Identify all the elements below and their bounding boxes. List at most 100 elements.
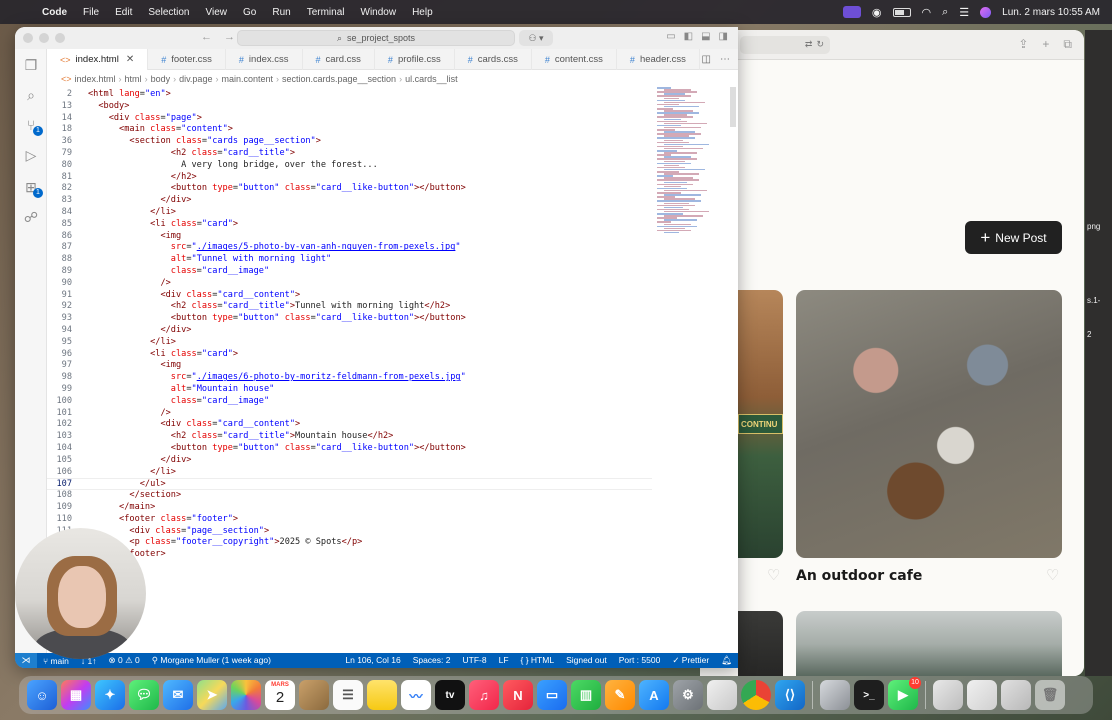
wifi-icon[interactable]: ◠ <box>922 6 932 19</box>
code-line[interactable]: 92 <h2 class="card__title">Tunnel with m… <box>47 301 652 313</box>
menu-go[interactable]: Go <box>235 7 264 18</box>
tab-content-css[interactable]: # content.css <box>532 49 617 70</box>
app-store-icon[interactable]: A <box>639 680 669 710</box>
numbers-icon[interactable]: ▥ <box>571 680 601 710</box>
split-editor-icon[interactable]: ◫ <box>702 54 711 65</box>
code-line[interactable]: 13 <body> <box>47 100 652 113</box>
new-tab-icon[interactable]: + <box>1042 37 1049 52</box>
code-editor[interactable]: 2 <html lang="en"> 13 <body> 14 <div clas… <box>47 87 738 653</box>
search-icon[interactable]: ⌕ <box>942 6 948 19</box>
code-line[interactable]: 89 class="card__image" <box>47 266 652 278</box>
indentation-status[interactable]: Spaces: 2 <box>407 655 457 666</box>
code-line[interactable]: 93 <button type="button" class="card__li… <box>47 313 652 325</box>
code-line[interactable]: 96 <li class="card"> <box>47 349 652 361</box>
iphone-mirroring-icon[interactable] <box>707 680 737 710</box>
breadcrumb-item[interactable]: ul.cards__list <box>405 74 458 84</box>
menu-edit[interactable]: Edit <box>107 7 140 18</box>
mail-icon[interactable]: ✉ <box>163 680 193 710</box>
breadcrumb-item[interactable]: div.page <box>179 74 212 84</box>
extensions-icon[interactable]: ⊞ 1 <box>23 179 43 198</box>
code-line[interactable]: 101 /> <box>47 408 652 420</box>
toggle-sidebar-icon[interactable]: ◧ <box>684 31 693 42</box>
menu-run[interactable]: Run <box>264 7 298 18</box>
code-line[interactable]: 91 <div class="card__content"> <box>47 290 652 302</box>
remote-indicator-icon[interactable]: ⋊ <box>15 653 37 668</box>
launchpad-icon[interactable]: ▦ <box>61 680 91 710</box>
code-line[interactable]: 86 <img <box>47 231 652 243</box>
tab-footer-css[interactable]: # footer.css <box>148 49 226 70</box>
menu-terminal[interactable]: Terminal <box>299 7 353 18</box>
breadcrumb-item[interactable]: section.cards.page__section <box>282 74 396 84</box>
code-line[interactable]: 82 <button type="button" class="card__li… <box>47 183 652 195</box>
card-image-forest[interactable] <box>796 611 1062 676</box>
share-icon[interactable]: ⇪ <box>1018 37 1028 52</box>
command-center-search[interactable]: ⌕ se_project_spots <box>237 30 515 46</box>
notes-icon[interactable] <box>367 680 397 710</box>
breadcrumb-item[interactable]: html <box>125 74 142 84</box>
code-line[interactable]: 112 <p class="footer__copyright">2025 © … <box>47 537 652 549</box>
close-window-button[interactable] <box>23 33 33 43</box>
code-line[interactable]: 80 A very long bridge, over the forest..… <box>47 160 652 172</box>
code-line[interactable]: 14 <div class="page"> <box>47 112 652 125</box>
downloads-stack-icon[interactable] <box>1001 680 1031 710</box>
code-line-current[interactable]: 107 </ul> <box>47 478 652 491</box>
code-line[interactable]: 106 </li> <box>47 467 652 479</box>
code-line[interactable]: 103 <h2 class="card__title">Mountain hou… <box>47 431 652 443</box>
minimize-window-button[interactable] <box>39 33 49 43</box>
preview-icon[interactable] <box>820 680 850 710</box>
screenshot-thumbnail[interactable] <box>933 680 963 710</box>
control-icon[interactable]: ◉ <box>872 6 882 19</box>
menu-window[interactable]: Window <box>353 7 405 18</box>
like-heart-icon[interactable]: ♡ <box>1046 568 1062 583</box>
code-line[interactable]: 95 </li> <box>47 337 652 349</box>
control-center-icon[interactable]: ☰ <box>959 6 969 19</box>
prettier-status[interactable]: ✓ Prettier <box>666 655 715 666</box>
code-line[interactable]: 90 /> <box>47 278 652 290</box>
calendar-icon[interactable]: MARS 2 <box>265 680 295 710</box>
maps-icon[interactable]: ➤ <box>197 680 227 710</box>
menu-help[interactable]: Help <box>404 7 441 18</box>
code-line[interactable]: 85 <li class="card"> <box>47 219 652 231</box>
tab-overview-icon[interactable]: ⧉ <box>1063 37 1072 52</box>
editor-scrollbar[interactable] <box>726 87 738 653</box>
reload-icon[interactable]: ↻ <box>816 39 824 50</box>
terminal-icon[interactable]: >_ <box>854 680 884 710</box>
code-line[interactable]: 104 <button type="button" class="card__l… <box>47 443 652 455</box>
photos-icon[interactable] <box>231 680 261 710</box>
keynote-icon[interactable]: ▭ <box>537 680 567 710</box>
code-line[interactable]: 110 <footer class="footer"> <box>47 514 652 526</box>
code-line[interactable]: 105 </div> <box>47 455 652 467</box>
system-settings-icon[interactable]: ⚙ <box>673 680 703 710</box>
code-line[interactable]: 79 <h2 class="card__title"> <box>47 148 652 160</box>
code-line[interactable]: 88 alt="Tunnel with morning light" <box>47 254 652 266</box>
menu-file[interactable]: File <box>75 7 107 18</box>
code-line[interactable]: 83 </div> <box>47 195 652 207</box>
close-tab-icon[interactable]: ✕ <box>126 54 134 65</box>
pages-icon[interactable]: ✎ <box>605 680 635 710</box>
back-arrow-icon[interactable]: ← <box>201 31 212 43</box>
chrome-icon[interactable] <box>741 680 771 710</box>
remote-explorer-icon[interactable]: ☍ <box>23 209 39 225</box>
account-status[interactable]: Signed out <box>560 655 613 666</box>
facetime-icon[interactable]: ▶ 10 <box>888 677 921 710</box>
card-image-outdoor-cafe[interactable] <box>796 290 1062 558</box>
code-line[interactable]: 84 </li> <box>47 207 652 219</box>
code-line[interactable]: 102 <div class="card__content"> <box>47 419 652 431</box>
tab-card-css[interactable]: # card.css <box>303 49 375 70</box>
run-debug-icon[interactable]: ▷ <box>23 147 39 163</box>
screenshot-thumbnail[interactable] <box>967 680 997 710</box>
zoom-window-button[interactable] <box>55 33 65 43</box>
tab-index-html[interactable]: <> index.html ✕ <box>47 49 149 70</box>
screen-record-icon[interactable] <box>842 6 861 18</box>
minimap[interactable] <box>655 87 715 257</box>
like-heart-icon[interactable]: ♡ <box>767 568 783 583</box>
news-icon[interactable]: N <box>503 680 533 710</box>
freeform-icon[interactable]: 〰 <box>401 680 431 710</box>
code-line[interactable]: </footer> <box>47 549 652 561</box>
code-line[interactable]: 100 class="card__image" <box>47 396 652 408</box>
toggle-secondary-sidebar-icon[interactable]: ◨ <box>719 31 728 42</box>
siri-icon[interactable] <box>980 6 992 18</box>
menu-clock[interactable]: Lun. 2 mars 10:55 AM <box>1002 7 1100 18</box>
music-icon[interactable]: ♫ <box>469 680 499 710</box>
more-actions-icon[interactable]: ⋯ <box>720 54 730 65</box>
